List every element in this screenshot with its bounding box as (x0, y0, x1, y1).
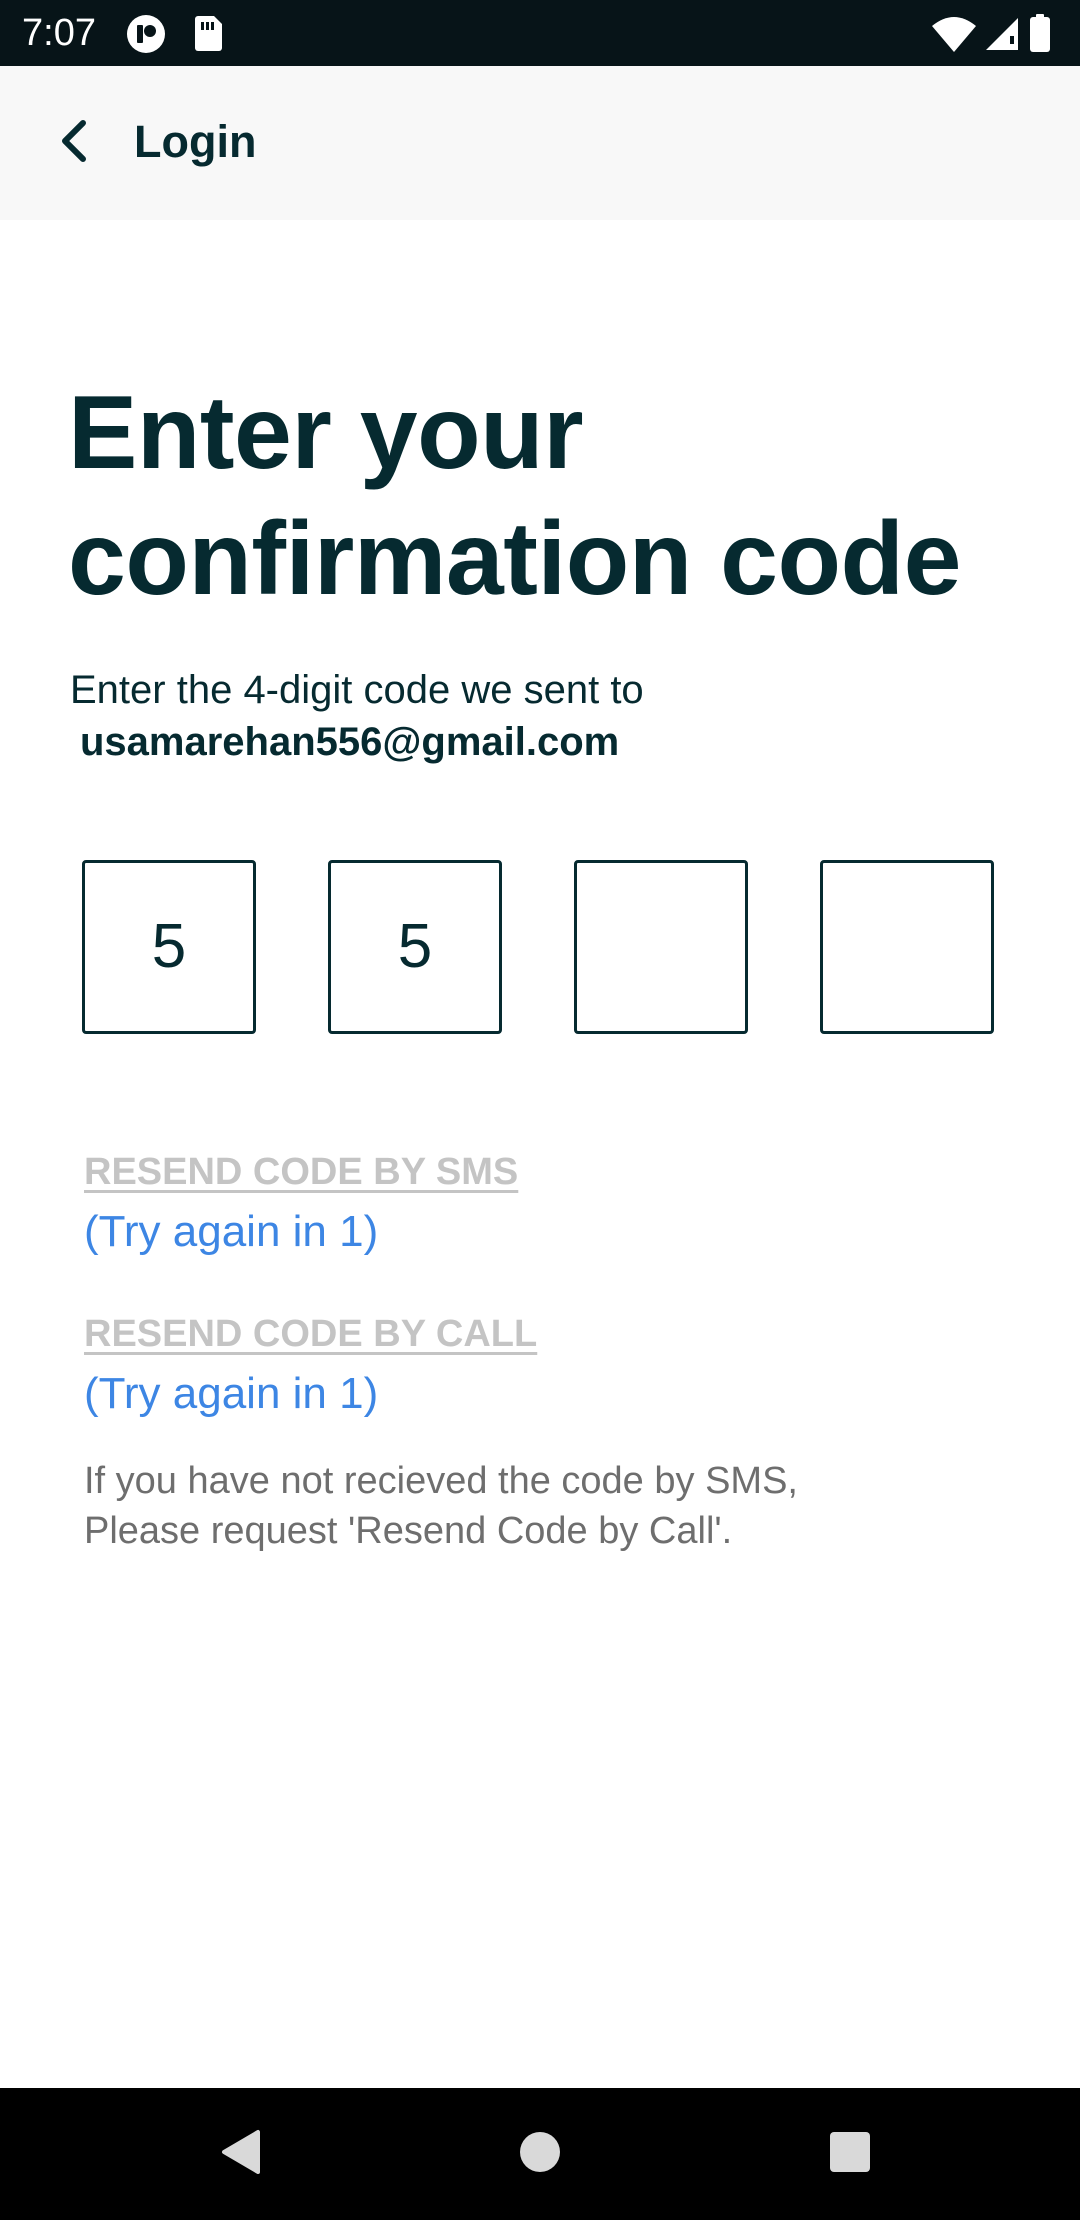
battery-icon (1030, 14, 1050, 52)
status-time: 7:07 (22, 12, 96, 54)
status-right-icons (930, 14, 1060, 59)
resend-sms-button[interactable]: RESEND CODE BY SMS (84, 1148, 518, 1196)
page-title: Enter your confirmation code (68, 375, 961, 617)
back-triangle-icon (218, 2128, 262, 2181)
help-text-line-2: Please request 'Resend Code by Call'. (84, 1510, 733, 1552)
resend-call-button[interactable]: RESEND CODE BY CALL (84, 1310, 537, 1358)
code-digit-4-input[interactable] (820, 860, 994, 1034)
cellular-signal-icon (986, 18, 1018, 50)
home-circle-icon (518, 2130, 562, 2179)
code-digit-2-input[interactable]: 5 (328, 860, 502, 1034)
status-bar: 7:07 (0, 0, 1080, 66)
email-address: usamarehan556@gmail.com (80, 720, 620, 764)
nav-back-button[interactable] (204, 2118, 276, 2190)
vpn-icon (126, 14, 166, 59)
recents-square-icon (828, 2130, 872, 2179)
back-button[interactable] (40, 108, 110, 178)
system-navigation-bar (0, 2088, 1080, 2220)
help-text-line-1: If you have not recieved the code by SMS… (84, 1460, 798, 1502)
instruction-text: Enter the 4-digit code we sent to (70, 668, 644, 712)
nav-home-button[interactable] (504, 2118, 576, 2190)
sim-card-icon (192, 14, 224, 57)
resend-call-timer: (Try again in 1) (84, 1369, 379, 1418)
app-bar: Login (0, 66, 1080, 220)
wifi-icon (932, 17, 976, 52)
nav-recents-button[interactable] (814, 2118, 886, 2190)
app-bar-title: Login (134, 116, 257, 167)
code-digit-1-input[interactable]: 5 (82, 860, 256, 1034)
help-text: If you have not recieved the code by SMS… (84, 1456, 984, 1556)
resend-sms-timer: (Try again in 1) (84, 1207, 379, 1256)
chevron-left-icon (57, 119, 93, 168)
code-digit-3-input[interactable] (574, 860, 748, 1034)
